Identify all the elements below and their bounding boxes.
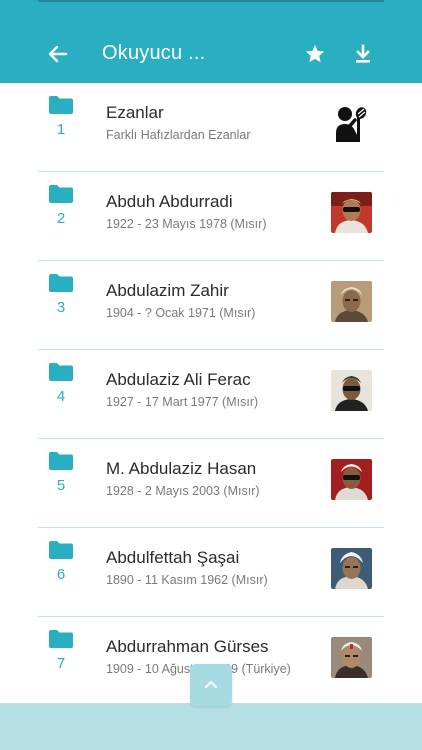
favorite-button[interactable] <box>301 40 329 68</box>
item-name: M. Abdulaziz Hasan <box>106 459 257 478</box>
list-item[interactable]: 2 Abduh Abdurradi 1922 - 23 Mayıs 1978 (… <box>0 172 422 261</box>
item-number: 5 <box>56 477 66 494</box>
list-item[interactable]: 1 Ezanlar Farklı Hafızlardan Ezanlar <box>0 83 422 172</box>
list-item[interactable]: 3 Abdulazim Zahir 1904 - ? Ocak 1971 (Mı… <box>0 261 422 350</box>
item-number: 2 <box>56 210 66 227</box>
folder-icon <box>49 185 73 203</box>
item-name: Abduh Abdurradi <box>106 192 233 211</box>
scroll-top-button[interactable] <box>190 664 232 706</box>
item-subtitle: 1928 - 2 Mayıs 2003 (Mısır) <box>106 484 260 498</box>
microphone-reader-icon <box>331 103 372 144</box>
item-name: Ezanlar <box>106 103 164 122</box>
folder-icon <box>49 541 73 559</box>
portrait-photo <box>331 459 372 500</box>
item-name: Abdurrahman Gürses <box>106 637 269 656</box>
item-subtitle: 1890 - 11 Kasım 1962 (Mısır) <box>106 573 268 587</box>
portrait-photo <box>331 281 372 322</box>
folder-icon <box>49 274 73 292</box>
chevron-up-icon <box>205 681 217 688</box>
item-subtitle: Farklı Hafızlardan Ezanlar <box>106 128 251 142</box>
item-subtitle: 1922 - 23 Mayıs 1978 (Mısır) <box>106 217 267 231</box>
item-number: 6 <box>56 566 66 583</box>
folder-icon <box>49 630 73 648</box>
download-button[interactable] <box>349 40 377 68</box>
top-divider <box>38 0 384 2</box>
bottom-bar <box>0 703 422 750</box>
arrow-left-icon <box>48 45 68 63</box>
portrait-photo <box>331 637 372 678</box>
folder-icon <box>49 452 73 470</box>
download-icon <box>356 44 370 63</box>
portrait-photo <box>331 370 372 411</box>
app-bar: Okuyucu ... <box>0 0 422 83</box>
item-number: 4 <box>56 388 66 405</box>
item-number: 3 <box>56 299 66 316</box>
list-item[interactable]: 4 Abdulaziz Ali Ferac 1927 - 17 Mart 197… <box>0 350 422 439</box>
item-subtitle: 1927 - 17 Mart 1977 (Mısır) <box>106 395 259 409</box>
item-name: Abdulfettah Şaşai <box>106 548 240 567</box>
folder-icon <box>49 96 73 114</box>
item-name: Abdulaziz Ali Ferac <box>106 370 251 389</box>
portrait-photo <box>331 192 372 233</box>
item-subtitle: 1904 - ? Ocak 1971 (Mısır) <box>106 306 256 320</box>
list-item[interactable]: 5 M. Abdulaziz Hasan 1928 - 2 Mayıs 2003… <box>0 439 422 528</box>
item-name: Abdulazim Zahir <box>106 281 229 300</box>
list-item[interactable]: 6 Abdulfettah Şaşai 1890 - 11 Kasım 1962… <box>0 528 422 617</box>
star-icon <box>305 44 325 63</box>
item-number: 1 <box>56 121 66 138</box>
reciter-list[interactable]: 1 Ezanlar Farklı Hafızlardan Ezanlar 2 A… <box>0 83 422 703</box>
portrait-photo <box>331 548 372 589</box>
back-button[interactable] <box>44 40 72 68</box>
item-number: 7 <box>56 655 66 672</box>
page-title: Okuyucu ... <box>102 42 206 64</box>
folder-icon <box>49 363 73 381</box>
